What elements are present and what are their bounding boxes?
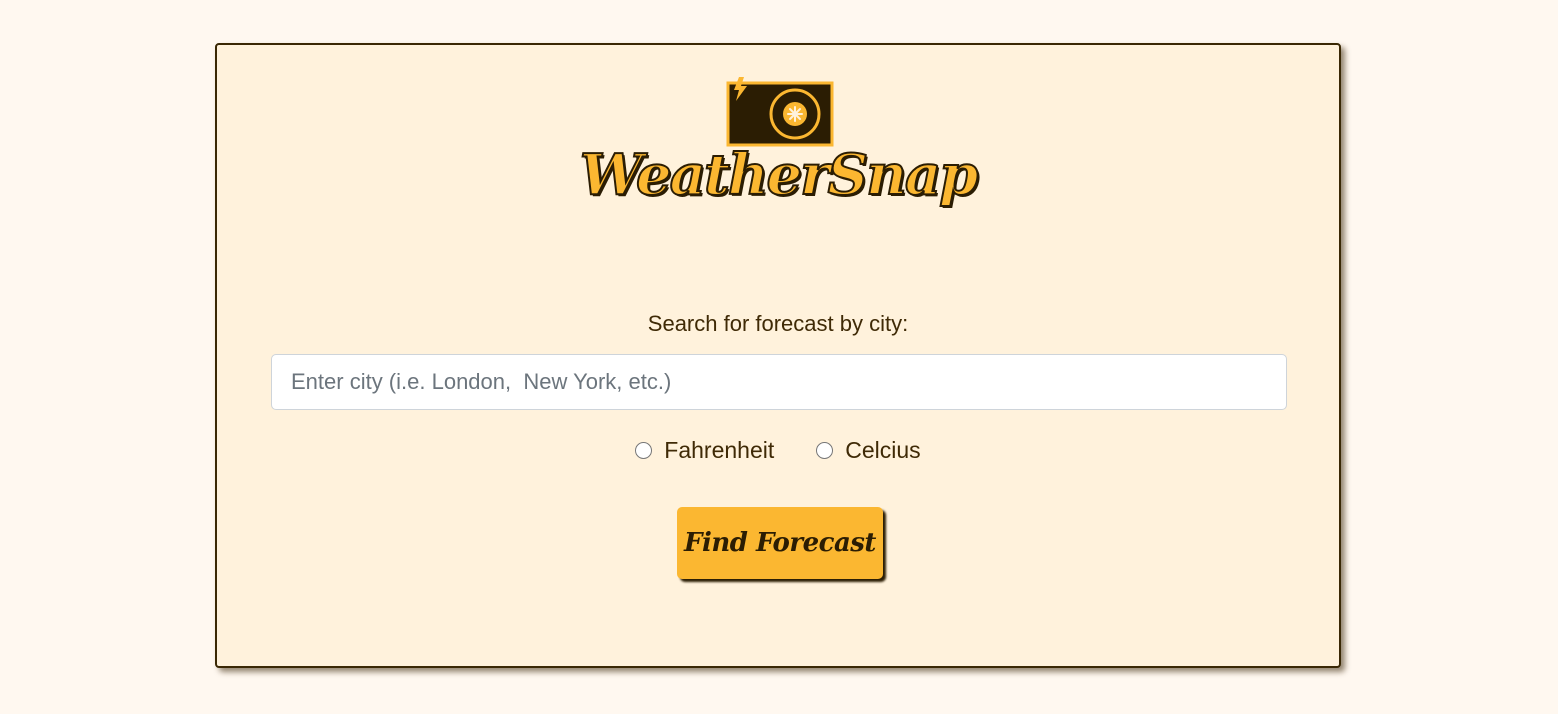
celcius-radio[interactable]	[816, 442, 834, 459]
celcius-option[interactable]: Celcius	[816, 437, 921, 464]
fahrenheit-radio[interactable]	[635, 442, 653, 459]
search-label: Search for forecast by city:	[647, 311, 909, 336]
fahrenheit-option[interactable]: Fahrenheit	[635, 437, 774, 464]
city-search-input[interactable]	[271, 354, 1287, 410]
unit-selector: Fahrenheit Celcius	[217, 437, 1339, 464]
find-forecast-button[interactable]: Find Forecast	[677, 507, 883, 579]
search-card: WeatherSnap Search for forecast by city:…	[215, 43, 1341, 668]
celcius-label: Celcius	[845, 437, 921, 463]
camera-sun-icon	[726, 77, 834, 147]
fahrenheit-label: Fahrenheit	[664, 437, 775, 463]
brand-wordmark: WeatherSnap	[579, 142, 980, 208]
